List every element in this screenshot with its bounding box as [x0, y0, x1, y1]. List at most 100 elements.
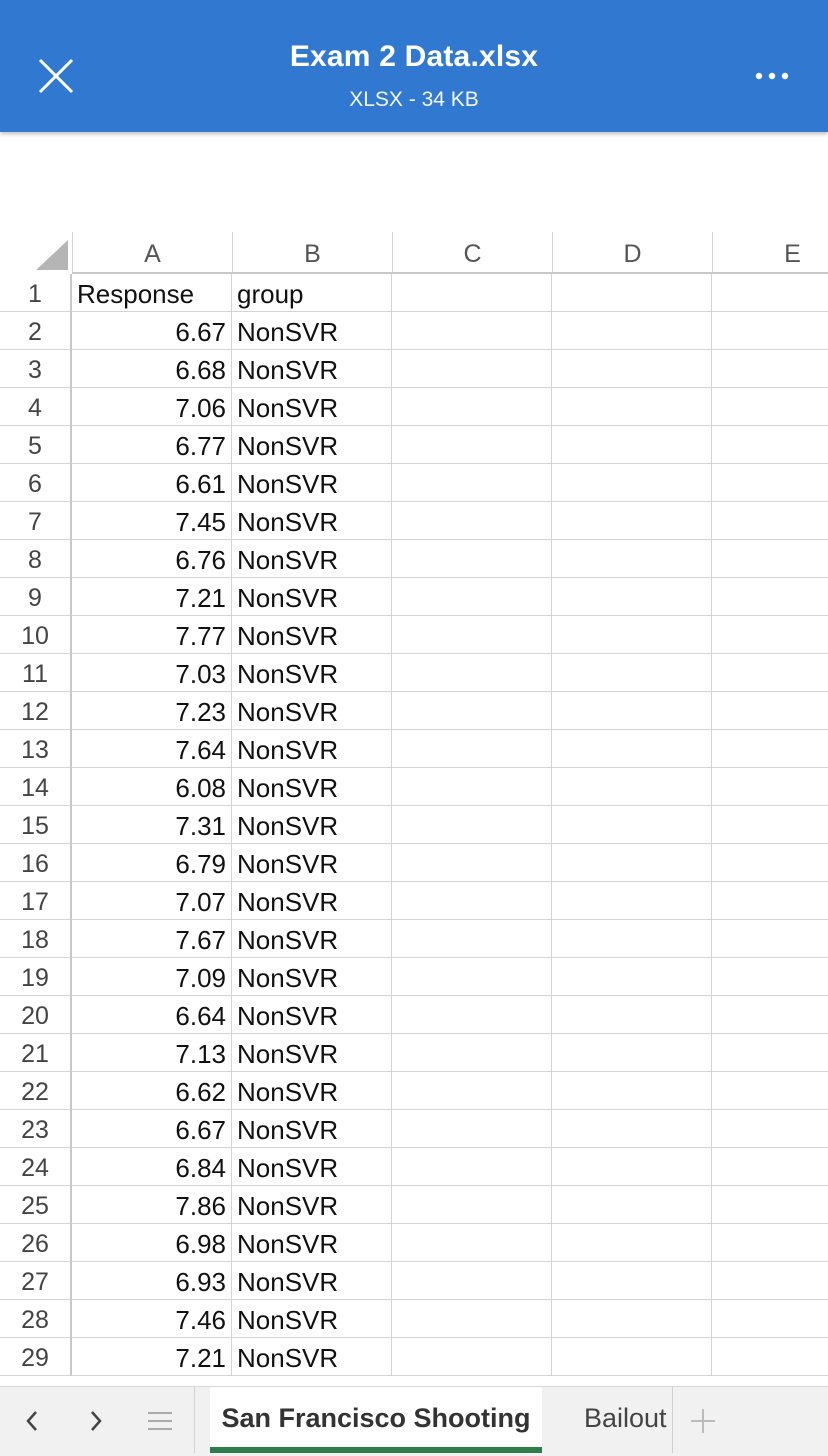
spreadsheet-grid[interactable]: A B C D E 1 Response group 2 6.67 NonSVR 3 6.68… — [0, 232, 828, 1386]
cell-c[interactable] — [392, 1300, 552, 1338]
row-header[interactable]: 6 — [0, 464, 72, 502]
row-header[interactable]: 2 — [0, 312, 72, 350]
cell-e[interactable] — [712, 1034, 828, 1072]
row-header[interactable]: 20 — [0, 996, 72, 1034]
cell-d[interactable] — [552, 1224, 712, 1262]
cell-d[interactable] — [552, 274, 712, 312]
cell-a[interactable]: 6.08 — [72, 768, 232, 806]
cell-c[interactable] — [392, 350, 552, 388]
cell-b[interactable]: NonSVR — [232, 540, 392, 578]
cell-c[interactable] — [392, 616, 552, 654]
cell-a[interactable]: 7.86 — [72, 1186, 232, 1224]
cell-d[interactable] — [552, 768, 712, 806]
cell-b[interactable]: NonSVR — [232, 882, 392, 920]
cell-d[interactable] — [552, 1186, 712, 1224]
cell-d[interactable] — [552, 996, 712, 1034]
cell-b[interactable]: NonSVR — [232, 844, 392, 882]
cell-e[interactable] — [712, 350, 828, 388]
cell-a[interactable]: 7.64 — [72, 730, 232, 768]
cell-c[interactable] — [392, 388, 552, 426]
cell-a[interactable]: 6.93 — [72, 1262, 232, 1300]
cell-b[interactable]: NonSVR — [232, 312, 392, 350]
cell-e[interactable] — [712, 920, 828, 958]
cell-a[interactable]: 6.68 — [72, 350, 232, 388]
cell-a[interactable]: 7.21 — [72, 1338, 232, 1376]
cell-d[interactable] — [552, 1300, 712, 1338]
cell-d[interactable] — [552, 882, 712, 920]
column-header-c[interactable]: C — [392, 232, 552, 272]
row-header[interactable]: 21 — [0, 1034, 72, 1072]
cell-b[interactable]: NonSVR — [232, 616, 392, 654]
cell-c[interactable] — [392, 274, 552, 312]
cell-a[interactable]: 7.13 — [72, 1034, 232, 1072]
cell-a[interactable]: 6.61 — [72, 464, 232, 502]
cell-c[interactable] — [392, 958, 552, 996]
cell-a[interactable]: 6.79 — [72, 844, 232, 882]
row-header[interactable]: 29 — [0, 1338, 72, 1376]
cell-c[interactable] — [392, 768, 552, 806]
next-sheet-button[interactable] — [74, 1401, 118, 1441]
tab-bailout[interactable]: Bailout — [584, 1387, 670, 1453]
cell-d[interactable] — [552, 692, 712, 730]
cell-b[interactable]: NonSVR — [232, 578, 392, 616]
cell-e[interactable] — [712, 616, 828, 654]
column-header-b[interactable]: B — [232, 232, 392, 272]
cell-c[interactable] — [392, 730, 552, 768]
row-header[interactable]: 18 — [0, 920, 72, 958]
cell-d[interactable] — [552, 1072, 712, 1110]
cell-e[interactable] — [712, 996, 828, 1034]
cell-d[interactable] — [552, 1034, 712, 1072]
cell-c[interactable] — [392, 1148, 552, 1186]
cell-a[interactable]: 6.67 — [72, 1110, 232, 1148]
cell-a[interactable]: 6.84 — [72, 1148, 232, 1186]
cell-e[interactable] — [712, 540, 828, 578]
cell-c[interactable] — [392, 692, 552, 730]
cell-e[interactable] — [712, 730, 828, 768]
row-header[interactable]: 10 — [0, 616, 72, 654]
cell-c[interactable] — [392, 1262, 552, 1300]
cell-b[interactable]: NonSVR — [232, 1338, 392, 1376]
cell-b[interactable]: NonSVR — [232, 768, 392, 806]
cell-a[interactable]: 7.45 — [72, 502, 232, 540]
cell-a[interactable]: 6.64 — [72, 996, 232, 1034]
row-header[interactable]: 1 — [0, 274, 72, 312]
sheet-list-button[interactable] — [138, 1401, 182, 1441]
cell-c[interactable] — [392, 654, 552, 692]
cell-c[interactable] — [392, 1186, 552, 1224]
cell-e[interactable] — [712, 768, 828, 806]
cell-a[interactable]: 7.23 — [72, 692, 232, 730]
cell-e[interactable] — [712, 958, 828, 996]
cell-b[interactable]: NonSVR — [232, 1034, 392, 1072]
cell-b[interactable]: NonSVR — [232, 692, 392, 730]
cell-c[interactable] — [392, 1224, 552, 1262]
cell-e[interactable] — [712, 1338, 828, 1376]
cell-e[interactable] — [712, 882, 828, 920]
cell-e[interactable] — [712, 274, 828, 312]
cell-b[interactable]: NonSVR — [232, 1262, 392, 1300]
column-header-d[interactable]: D — [552, 232, 712, 272]
cell-e[interactable] — [712, 426, 828, 464]
row-header[interactable]: 12 — [0, 692, 72, 730]
cell-d[interactable] — [552, 578, 712, 616]
cell-c[interactable] — [392, 806, 552, 844]
cell-c[interactable] — [392, 1034, 552, 1072]
cell-a[interactable]: 6.67 — [72, 312, 232, 350]
column-header-a[interactable]: A — [72, 232, 232, 272]
row-header[interactable]: 24 — [0, 1148, 72, 1186]
cell-e[interactable] — [712, 1110, 828, 1148]
row-header[interactable]: 27 — [0, 1262, 72, 1300]
cell-a[interactable]: 6.76 — [72, 540, 232, 578]
cell-b[interactable]: NonSVR — [232, 1148, 392, 1186]
cell-c[interactable] — [392, 1338, 552, 1376]
cell-b[interactable]: NonSVR — [232, 958, 392, 996]
row-header[interactable]: 14 — [0, 768, 72, 806]
cell-b[interactable]: NonSVR — [232, 1300, 392, 1338]
cell-b[interactable]: NonSVR — [232, 350, 392, 388]
cell-e[interactable] — [712, 464, 828, 502]
cell-d[interactable] — [552, 958, 712, 996]
row-header[interactable]: 4 — [0, 388, 72, 426]
row-header[interactable]: 8 — [0, 540, 72, 578]
row-header[interactable]: 13 — [0, 730, 72, 768]
add-sheet-button[interactable] — [681, 1401, 725, 1441]
cell-d[interactable] — [552, 350, 712, 388]
